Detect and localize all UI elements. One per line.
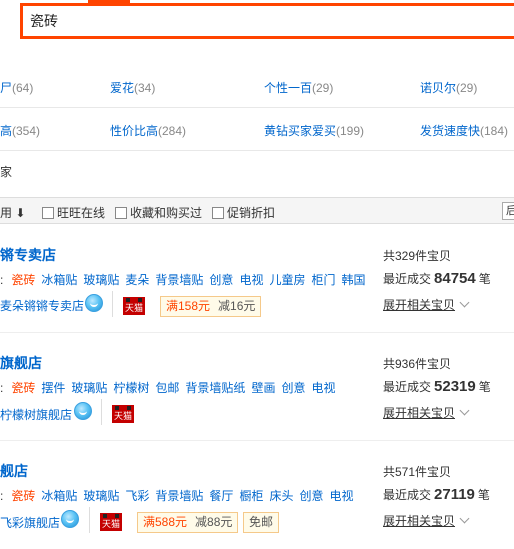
divider (112, 291, 113, 317)
item-count: 共936件宝贝 (383, 357, 452, 371)
attribute-row-brand: 尸(64) 爱花(34) 个性一百(29) 诺贝尔(29) (0, 65, 514, 108)
recent-sales: 最近成交 27119 笔 (383, 486, 490, 503)
shop-name-link[interactable]: 舰店 (0, 461, 28, 481)
keyword-link[interactable]: 创意 (209, 273, 233, 287)
filter-bar: 用 ⬇ 旺旺在线 收藏和购买过 促销折扣 后 (0, 197, 514, 224)
search-input[interactable]: 瓷砖 (30, 11, 58, 31)
expand-related-items[interactable]: 展开相关宝贝 (383, 296, 470, 313)
keyword-link[interactable]: 背景墙贴纸 (185, 381, 245, 395)
wangwang-chat-icon[interactable] (85, 294, 103, 312)
attribute-item[interactable]: 发货速度快(184) (420, 122, 508, 139)
shop-name-link[interactable]: 旗舰店 (0, 353, 42, 373)
keyword-link[interactable]: 玻璃贴 (71, 381, 107, 395)
tmall-icon: 天猫 (100, 513, 122, 531)
keyword-link[interactable]: 飞彩 (125, 489, 149, 503)
keyword-link[interactable]: 柜门 (311, 273, 335, 287)
checkbox[interactable] (42, 207, 54, 219)
item-count: 共571件宝贝 (383, 465, 452, 479)
attribute-item[interactable]: 性价比高(284) (110, 122, 186, 139)
keyword-link[interactable]: 橱柜 (239, 489, 263, 503)
shop-keywords: : 瓷砖 冰箱贴 玻璃贴 飞彩 背景墙贴 餐厅 橱柜 床头 创意 电视 (0, 489, 354, 503)
keyword-link[interactable]: 背景墙贴 (155, 489, 203, 503)
keyword-link[interactable]: 玻璃贴 (83, 489, 119, 503)
keyword-link[interactable]: 包邮 (155, 381, 179, 395)
keyword-link[interactable]: 床头 (269, 489, 293, 503)
checkbox[interactable] (115, 207, 127, 219)
wangwang-chat-icon[interactable] (61, 510, 79, 528)
filter-wangwang-online[interactable]: 旺旺在线 (42, 204, 105, 221)
search-input-box[interactable] (20, 3, 514, 39)
keyword-link[interactable]: 儿童房 (269, 273, 305, 287)
keyword-highlight[interactable]: 瓷砖 (11, 489, 35, 503)
promotion-badge: 满588元 减88元 (137, 512, 239, 533)
filter-promotion-discount[interactable]: 促销折扣 (212, 204, 275, 221)
keyword-link[interactable]: 冰箱贴 (41, 489, 77, 503)
divider (101, 399, 102, 425)
keyword-link[interactable]: 壁画 (251, 381, 275, 395)
attribute-item[interactable]: 爱花(34) (110, 79, 155, 96)
expand-related-items[interactable]: 展开相关宝贝 (383, 404, 470, 421)
keyword-link[interactable]: 背景墙贴 (155, 273, 203, 287)
divider (89, 507, 90, 533)
shop-name-link[interactable]: 锵专卖店 (0, 245, 56, 265)
attribute-label: 家 (0, 165, 13, 179)
page-control[interactable]: 后 (502, 202, 514, 220)
keyword-link[interactable]: 电视 (311, 381, 335, 395)
attribute-item[interactable]: 个性一百(29) (264, 79, 333, 96)
item-count: 共329件宝贝 (383, 249, 452, 263)
shop-owner-link[interactable]: 柠檬树旗舰店 (0, 406, 72, 423)
tmall-icon: 天猫 (112, 405, 134, 423)
shop-keywords: : 瓷砖 冰箱贴 玻璃贴 麦朵 背景墙贴 创意 电视 儿童房 柜门 韩国 (0, 273, 366, 287)
keyword-link[interactable]: 柠檬树 (113, 381, 149, 395)
wangwang-chat-icon[interactable] (74, 402, 92, 420)
keyword-link[interactable]: 韩国 (341, 273, 365, 287)
attribute-item[interactable]: 诺贝尔(29) (420, 79, 477, 96)
keyword-link[interactable]: 电视 (329, 489, 353, 503)
arrow-down-icon: ⬇ (15, 206, 26, 220)
keyword-link[interactable]: 创意 (299, 489, 323, 503)
attribute-row-location: 家 (0, 151, 514, 197)
recent-sales: 最近成交 52319 笔 (383, 378, 491, 395)
keyword-highlight[interactable]: 瓷砖 (11, 381, 35, 395)
attribute-item[interactable]: 高(354) (0, 122, 40, 139)
keyword-link[interactable]: 麦朵 (125, 273, 149, 287)
keyword-link[interactable]: 创意 (281, 381, 305, 395)
attribute-item[interactable]: 黄钻买家爱买(199) (264, 122, 364, 139)
keyword-link[interactable]: 餐厅 (209, 489, 233, 503)
keyword-link[interactable]: 冰箱贴 (41, 273, 77, 287)
attribute-row-feature: 高(354) 性价比高(284) 黄钻买家爱买(199) 发货速度快(184) (0, 108, 514, 151)
recent-sales: 最近成交 84754 笔 (383, 270, 491, 287)
attribute-item[interactable]: 尸(64) (0, 79, 33, 96)
free-shipping-badge: 免邮 (243, 512, 280, 533)
shop-keywords: : 瓷砖 摆件 玻璃贴 柠檬树 包邮 背景墙贴纸 壁画 创意 电视 (0, 381, 336, 395)
keyword-link[interactable]: 摆件 (41, 381, 65, 395)
chevron-down-icon (459, 405, 470, 416)
keyword-highlight[interactable]: 瓷砖 (11, 273, 35, 287)
chevron-down-icon (459, 513, 470, 524)
keyword-link[interactable]: 电视 (239, 273, 263, 287)
shop-result: 旗舰店 : 瓷砖 摆件 玻璃贴 柠檬树 包邮 背景墙贴纸 壁画 创意 电视 柠檬树旗舰店 天猫 共… (0, 333, 514, 441)
shop-result: 舰店 : 瓷砖 冰箱贴 玻璃贴 飞彩 背景墙贴 餐厅 橱柜 床头 创意 电视 飞彩旗舰店 天猫 满5… (0, 441, 514, 549)
shop-owner-link[interactable]: 麦朵锵锵专卖店 (0, 297, 84, 314)
promotion-badge: 满158元 减16元 (160, 296, 262, 317)
checkbox[interactable] (212, 207, 224, 219)
chevron-down-icon (459, 297, 470, 308)
sort-by-usage[interactable]: 用 ⬇ (0, 204, 25, 221)
expand-related-items[interactable]: 展开相关宝贝 (383, 512, 470, 529)
shop-owner-link[interactable]: 飞彩旗舰店 (0, 514, 60, 531)
shop-result: 锵专卖店 : 瓷砖 冰箱贴 玻璃贴 麦朵 背景墙贴 创意 电视 儿童房 柜门 韩国 麦朵锵锵专卖店 … (0, 225, 514, 333)
keyword-link[interactable]: 玻璃贴 (83, 273, 119, 287)
filter-favorited-purchased[interactable]: 收藏和购买过 (115, 204, 202, 221)
tmall-icon: 天猫 (123, 297, 145, 315)
